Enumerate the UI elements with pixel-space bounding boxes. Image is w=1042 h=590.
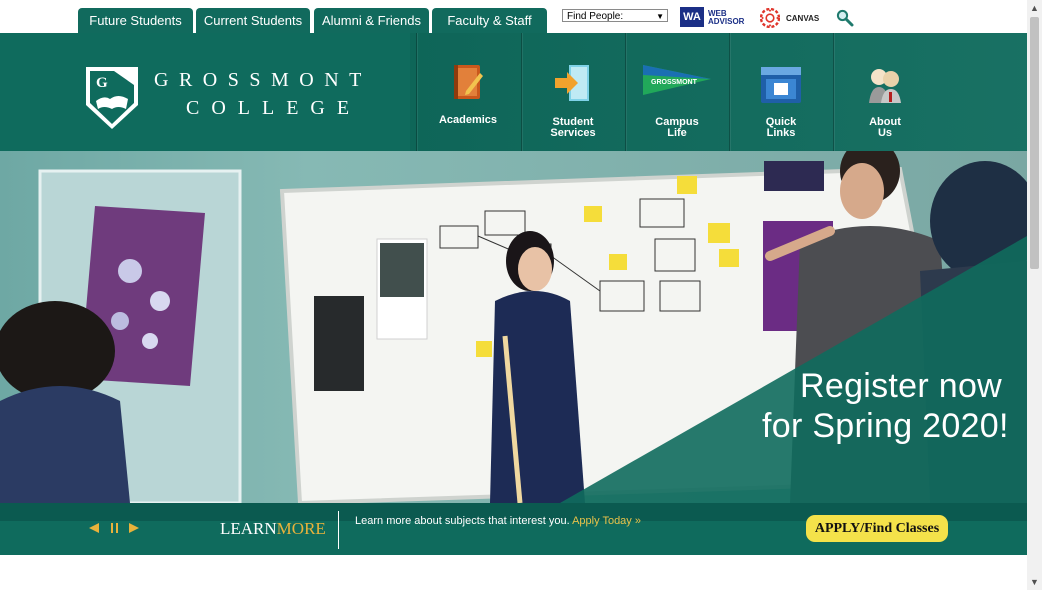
nav-academics-label: Academics: [438, 114, 498, 126]
nav-divider: [416, 33, 417, 151]
scrollbar-thumb[interactable]: [1030, 17, 1039, 269]
previous-slide-icon[interactable]: [88, 522, 100, 534]
next-slide-icon[interactable]: [128, 522, 140, 534]
web-window-icon: [761, 67, 801, 103]
web-advisor-line2: ADVISOR: [708, 17, 745, 26]
tab-alumni-friends[interactable]: Alumni & Friends: [314, 8, 429, 33]
pennant-flag-icon: GROSSMONT: [643, 65, 711, 95]
nav-quick-links-line2: Links: [766, 127, 796, 139]
hero-headline-line2: for Spring 2020!: [762, 407, 1009, 445]
hero-slide[interactable]: Register now for Spring 2020!: [0, 151, 1027, 503]
apply-find-classes-button[interactable]: APPLY/Find Classes: [806, 515, 948, 542]
grossmont-shield-logo[interactable]: G: [84, 65, 140, 131]
canvas-link[interactable]: CANVAS: [786, 14, 819, 23]
nav-academics[interactable]: Academics: [416, 33, 520, 151]
page: Future Students Current Students Alumni …: [0, 0, 1027, 590]
find-people-select[interactable]: Find People: ▼: [562, 9, 668, 22]
people-icon: [869, 69, 901, 103]
nav-about-us-line2: Us: [877, 127, 893, 139]
nav-campus-life[interactable]: GROSSMONT Campus Life: [625, 33, 729, 151]
nav-student-services-line2: Services: [550, 127, 596, 139]
nav-campus-life-line2: Life: [667, 127, 687, 139]
nav-about-us[interactable]: About Us: [833, 33, 937, 151]
slider-control-bar: LEARNMORE Learn more about subjects that…: [0, 503, 1027, 555]
nav-student-services[interactable]: Student Services: [521, 33, 625, 151]
find-people-label: Find People:: [567, 11, 624, 22]
scroll-up-arrow-icon[interactable]: ▲: [1030, 3, 1039, 13]
tab-future-students[interactable]: Future Students: [78, 8, 193, 33]
more-word: MORE: [276, 519, 326, 538]
top-utility-bar: Future Students Current Students Alumni …: [0, 0, 1027, 33]
apply-today-link[interactable]: Apply Today »: [572, 515, 641, 527]
canvas-logo-icon[interactable]: [760, 8, 780, 28]
book-pencil-icon: [454, 65, 483, 99]
slide-description: Learn more about subjects that interest …: [355, 515, 641, 527]
learn-more-heading: LEARNMORE: [220, 519, 326, 539]
logo-wordmark-line1[interactable]: Grossmont: [154, 69, 372, 92]
learn-word: LEARN: [220, 519, 277, 538]
pause-slide-icon[interactable]: [110, 522, 120, 534]
hero-headline-line1: Register now: [800, 367, 1003, 405]
logo-wordmark-line2[interactable]: College: [186, 97, 361, 120]
hero-photo: [0, 151, 1027, 503]
slide-description-text: Learn more about subjects that interest …: [355, 515, 570, 527]
pennant-flag-text: GROSSMONT: [651, 79, 698, 86]
nav-quick-links[interactable]: Quick Links: [729, 33, 833, 151]
logo-badge-letter: G: [96, 75, 108, 91]
tab-current-students[interactable]: Current Students: [196, 8, 310, 33]
web-advisor-link[interactable]: WEB ADVISOR: [708, 10, 744, 26]
search-icon[interactable]: [836, 9, 854, 27]
door-arrow-icon: [555, 65, 589, 101]
dropdown-arrow-icon: ▼: [656, 12, 664, 21]
web-advisor-logo[interactable]: WA: [680, 7, 704, 27]
scroll-down-arrow-icon[interactable]: ▼: [1030, 577, 1039, 587]
tab-faculty-staff[interactable]: Faculty & Staff: [432, 8, 547, 33]
vertical-scrollbar[interactable]: ▲ ▼: [1027, 0, 1042, 590]
slider-separator: [338, 511, 339, 549]
site-header: G Grossmont College Academics Student Se…: [0, 33, 1027, 151]
